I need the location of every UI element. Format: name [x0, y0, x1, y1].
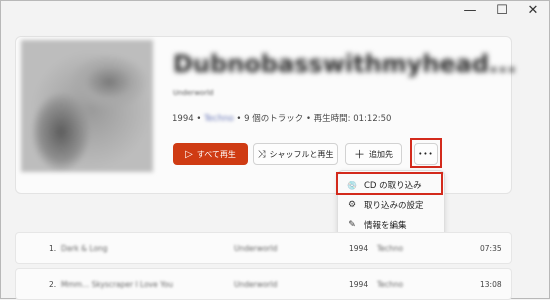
- menu-item-label: 取り込みの設定: [364, 201, 424, 211]
- more-button-highlight: [410, 138, 442, 168]
- album-genre[interactable]: Techno: [204, 114, 234, 124]
- album-title: Dubnobasswithmyhead...: [173, 50, 517, 78]
- track-duration: 07:35: [480, 244, 502, 253]
- close-button[interactable]: ✕: [522, 2, 544, 20]
- play-icon: ▷: [185, 148, 193, 160]
- maximize-button[interactable]: ☐: [491, 2, 513, 20]
- track-genre[interactable]: Techno: [377, 280, 403, 289]
- album-year: 1994: [172, 114, 194, 124]
- menu-item-rip-settings[interactable]: ⚙ 取り込みの設定: [338, 195, 444, 215]
- album-meta: 1994 • Techno • 9 個のトラック • 再生時間: 01:12:5…: [172, 112, 391, 124]
- track-year: 1994: [349, 244, 369, 253]
- shuffle-play-button[interactable]: ⤨ シャッフルと再生: [253, 143, 338, 165]
- shuffle-icon: ⤨: [257, 148, 266, 160]
- pencil-icon: ✎: [348, 220, 356, 230]
- track-count: 9 個のトラック: [244, 114, 304, 124]
- track-year: 1994: [349, 280, 369, 289]
- track-title: Mmm... Skyscraper I Love You: [61, 280, 174, 289]
- separator: •: [196, 114, 202, 124]
- add-to-label: 追加先: [369, 149, 393, 159]
- track-duration: 13:08: [480, 280, 502, 289]
- track-genre[interactable]: Techno: [377, 244, 403, 253]
- menu-item-label: 情報を編集: [364, 221, 407, 231]
- shuffle-play-label: シャッフルと再生: [269, 149, 334, 159]
- table-row[interactable]: 1. Dark & Long Underworld 1994 Techno 07…: [15, 232, 512, 264]
- track-artist[interactable]: Underworld: [234, 244, 277, 253]
- minimize-button[interactable]: —: [459, 2, 481, 20]
- plus-icon: ＋: [354, 148, 365, 161]
- table-row[interactable]: 2. Mmm... Skyscraper I Love You Underwor…: [15, 268, 512, 300]
- track-title: Dark & Long: [61, 244, 108, 253]
- add-to-button[interactable]: ＋ 追加先: [345, 143, 402, 165]
- gear-icon: ⚙: [347, 200, 357, 210]
- separator: •: [305, 114, 311, 124]
- album-cover: [21, 40, 153, 172]
- track-number: 1.: [49, 244, 57, 253]
- play-all-label: すべて再生: [196, 149, 236, 159]
- separator: •: [236, 114, 242, 124]
- album-artist[interactable]: Underworld: [173, 89, 213, 97]
- play-all-button[interactable]: ▷ すべて再生: [173, 143, 248, 165]
- track-number: 2.: [49, 280, 57, 289]
- track-artist[interactable]: Underworld: [234, 280, 277, 289]
- rip-cd-highlight: [336, 172, 443, 195]
- album-duration: 再生時間: 01:12:50: [313, 114, 392, 124]
